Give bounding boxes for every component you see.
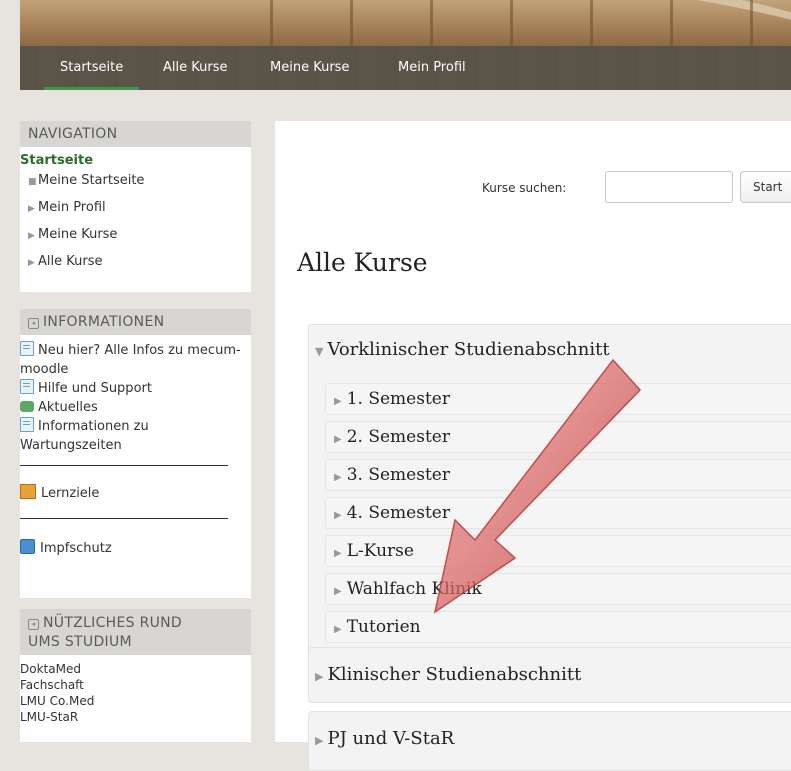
triangle-right-icon: ▶ bbox=[334, 472, 342, 483]
nav-mein-profil[interactable]: Mein Profil bbox=[398, 46, 466, 90]
nav-meine-kurse[interactable]: Meine Kurse bbox=[270, 46, 349, 90]
triangle-right-icon: ▶ bbox=[334, 510, 342, 521]
triangle-right-icon: ▶ bbox=[28, 204, 35, 214]
header-banner: Startseite Alle Kurse Meine Kurse Mein P… bbox=[20, 0, 791, 90]
nuetzliches-header: ◂ NÜTZLICHES RUND UMS STUDIUM bbox=[20, 609, 251, 655]
triangle-right-icon: ▶ bbox=[315, 734, 324, 747]
navigation-header: NAVIGATION bbox=[20, 121, 251, 147]
category-header[interactable]: ▼ Vorklinischer Studienabschnitt bbox=[309, 325, 791, 379]
bullet-icon: ■ bbox=[28, 177, 37, 187]
category-klinisch[interactable]: ▶ Klinischer Studienabschnitt bbox=[308, 647, 791, 703]
subcategory-tutorien[interactable]: ▶ Tutorien bbox=[325, 611, 791, 643]
info-link-aktuelles[interactable]: Aktuelles bbox=[20, 398, 251, 417]
link-fachschaft[interactable]: Fachschaft bbox=[20, 677, 251, 693]
subcategory-semester-3[interactable]: ▶ 3. Semester bbox=[325, 459, 791, 491]
info-link-hilfe[interactable]: Hilfe und Support bbox=[20, 379, 251, 398]
triangle-right-icon: ▶ bbox=[334, 548, 342, 559]
triangle-right-icon: ▶ bbox=[28, 231, 35, 241]
subcategory-wahlfach[interactable]: ▶ Wahlfach Klinik bbox=[325, 573, 791, 605]
info-link-impfschutz[interactable]: Impfschutz bbox=[20, 539, 251, 558]
sidebar-item-meine-kurse[interactable]: ▶ Meine Kurse bbox=[20, 222, 251, 249]
nav-alle-kurse[interactable]: Alle Kurse bbox=[163, 46, 227, 90]
informationen-header: ◂ INFORMATIONEN bbox=[20, 309, 251, 335]
info-link-lernziele[interactable]: Lernziele bbox=[20, 484, 251, 503]
collapse-icon[interactable]: ◂ bbox=[28, 318, 39, 329]
collapse-icon[interactable]: ◂ bbox=[28, 619, 39, 630]
navigation-block: NAVIGATION Startseite ■Meine Startseite … bbox=[20, 121, 251, 292]
vaccine-icon bbox=[20, 539, 35, 554]
page-icon bbox=[20, 341, 34, 356]
subcategory-semester-1[interactable]: ▶ 1. Semester bbox=[325, 383, 791, 415]
triangle-right-icon: ▶ bbox=[28, 258, 35, 268]
info-link-wartungszeiten[interactable]: Informationen zu Wartungszeiten bbox=[20, 417, 251, 455]
subcategory-semester-2[interactable]: ▶ 2. Semester bbox=[325, 421, 791, 453]
subcategory-l-kurse[interactable]: ▶ L-Kurse bbox=[325, 535, 791, 567]
link-lmu-star[interactable]: LMU-StaR bbox=[20, 709, 251, 725]
sidebar-item-meine-startseite[interactable]: ■Meine Startseite bbox=[20, 168, 251, 195]
link-doktamed[interactable]: DoktaMed bbox=[20, 661, 251, 677]
link-lmu-comed[interactable]: LMU Co.Med bbox=[20, 693, 251, 709]
learning-goals-icon bbox=[20, 484, 36, 499]
search-label: Kurse suchen: bbox=[482, 181, 567, 195]
info-link-neu-hier[interactable]: Neu hier? Alle Infos zu mecum-moodle bbox=[20, 341, 251, 379]
forum-icon bbox=[20, 401, 34, 412]
triangle-right-icon: ▶ bbox=[315, 670, 324, 683]
nuetzliches-block: ◂ NÜTZLICHES RUND UMS STUDIUM DoktaMed Fa… bbox=[20, 609, 251, 742]
page-icon bbox=[20, 417, 34, 432]
main-navbar: Startseite Alle Kurse Meine Kurse Mein P… bbox=[20, 46, 791, 90]
category-pj[interactable]: ▶ PJ und V-StaR bbox=[308, 711, 791, 771]
sidebar-item-alle-kurse[interactable]: ▶ Alle Kurse bbox=[20, 249, 251, 276]
search-start-button[interactable]: Start bbox=[740, 171, 791, 203]
nav-startseite[interactable]: Startseite bbox=[43, 46, 140, 90]
triangle-right-icon: ▶ bbox=[334, 396, 342, 407]
page-icon bbox=[20, 379, 34, 394]
page-title: Alle Kurse bbox=[297, 248, 428, 277]
triangle-down-icon: ▼ bbox=[315, 345, 324, 358]
triangle-right-icon: ▶ bbox=[334, 434, 342, 445]
course-search-input[interactable] bbox=[605, 171, 733, 203]
main-content: Kurse suchen: Start Alle Kurse ▼ Vorklini… bbox=[275, 121, 791, 771]
informationen-block: ◂ INFORMATIONEN Neu hier? Alle Infos zu m… bbox=[20, 309, 251, 598]
nav-root-startseite[interactable]: Startseite bbox=[20, 153, 251, 168]
triangle-right-icon: ▶ bbox=[334, 586, 342, 597]
subcategory-semester-4[interactable]: ▶ 4. Semester bbox=[325, 497, 791, 529]
triangle-right-icon: ▶ bbox=[334, 624, 342, 635]
sidebar-item-mein-profil[interactable]: ▶ Mein Profil bbox=[20, 195, 251, 222]
